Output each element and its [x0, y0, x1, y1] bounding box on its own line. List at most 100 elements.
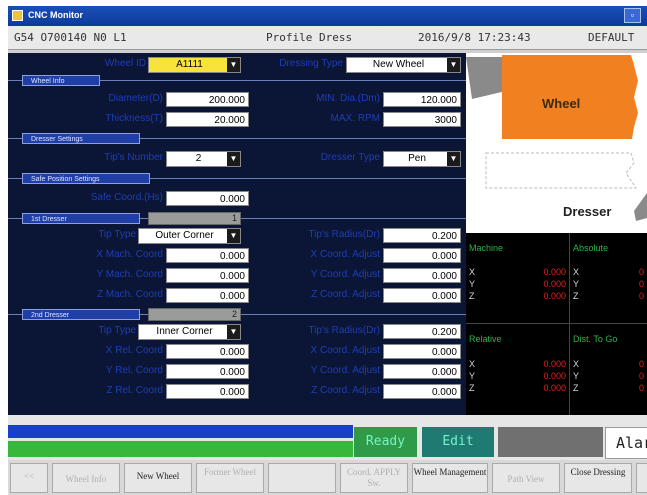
z-coord-adjust-field[interactable]: 0.000	[383, 288, 461, 303]
y-rel-coord-field[interactable]: 0.000	[166, 364, 249, 379]
absolute-z: 0	[638, 291, 644, 301]
edit-mode: Edit	[422, 427, 494, 457]
machine-z: 0.000	[543, 291, 566, 301]
relative-title: Relative	[469, 334, 502, 344]
softkey-next[interactable]	[636, 463, 647, 493]
alarm-indicator[interactable]: Alarm	[605, 427, 647, 459]
x-coord-adjust-field[interactable]: 0.000	[383, 248, 461, 263]
relative-y: 0.000	[543, 371, 566, 381]
chevron-down-icon: ▼	[447, 58, 460, 72]
x-rel-coord-field[interactable]: 0.000	[166, 344, 249, 359]
tip-type-select[interactable]: Outer Corner ▼	[138, 228, 241, 244]
y-coord-adjust-field[interactable]: 0.000	[383, 364, 461, 379]
second-dresser-progress: 2	[148, 308, 241, 321]
section-wheel-info: Wheel Info	[22, 75, 100, 86]
second-dresser-progress-text: 2	[231, 309, 237, 319]
softkey-blank[interactable]	[268, 463, 336, 493]
chevron-down-icon: ▼	[227, 58, 240, 72]
tip-radius-field[interactable]: 0.200	[383, 324, 461, 339]
z-mach-coord-field[interactable]: 0.000	[166, 288, 249, 303]
x-mach-coord-field[interactable]: 0.000	[166, 248, 249, 263]
y-coord-adjust-label: Y Coord. Adjust	[310, 365, 380, 376]
absolute-y: 0	[638, 279, 644, 289]
tip-type-label: Tip Type	[98, 229, 136, 240]
absolute-title: Absolute	[573, 243, 609, 253]
axis-x-label: X	[469, 359, 476, 369]
wheel-outline-dashed	[485, 152, 637, 189]
wheel-id-select[interactable]: A1111 ▼	[148, 57, 241, 73]
axis-x-label: X	[573, 359, 580, 369]
dresser-type-value: Pen	[408, 153, 426, 164]
machine-x: 0.000	[543, 267, 566, 277]
wheel-dresser-illustration	[466, 55, 647, 221]
softkey-path-view[interactable]: Path View	[492, 463, 560, 493]
safe-coord-label: Safe Coord.(Hs)	[90, 192, 163, 203]
thickness-field[interactable]: 20.000	[166, 112, 249, 127]
dressing-settings-panel: Wheel ID A1111 ▼ Dressing Type New Wheel…	[8, 53, 466, 415]
dressing-type-label: Dressing Type	[279, 58, 343, 69]
chevron-down-icon: ▼	[227, 325, 240, 339]
x-rel-coord-label: X Rel. Coord	[105, 345, 163, 356]
tips-number-label: Tip's Number	[104, 152, 163, 163]
axis-z-label: Z	[469, 383, 475, 393]
wheel-id-label: Wheel ID	[104, 58, 146, 69]
machine-title: Machine	[469, 243, 504, 253]
spindle-shape	[466, 57, 506, 99]
dresser-type-select[interactable]: Pen ▼	[383, 151, 461, 167]
tips-number-value: 2	[195, 153, 202, 164]
coordinate-display: Machine X Y Z 0.000 0.000 0.000 Absolute…	[466, 233, 647, 415]
dresser-type-label: Dresser Type	[320, 152, 380, 163]
tip-radius-field[interactable]: 0.200	[383, 228, 461, 243]
absolute-x: 0	[638, 267, 644, 277]
softkey-new-wheel[interactable]: New Wheel	[124, 463, 192, 493]
profile-name: DEFAULT	[588, 31, 635, 44]
z-coord-adjust-label: Z Coord. Adjust	[311, 385, 380, 396]
y-coord-adjust-field[interactable]: 0.000	[383, 268, 461, 283]
window-title: CNC Monitor	[28, 10, 83, 20]
app-icon	[12, 10, 23, 21]
axis-x-label: X	[573, 267, 580, 277]
softkey-wheel-info[interactable]: Wheel Info	[52, 463, 120, 493]
y-rel-coord-label: Y Rel. Coord	[105, 365, 163, 376]
dist-to-go-title: Dist. To Go	[573, 334, 618, 344]
x-coord-adjust-field[interactable]: 0.000	[383, 344, 461, 359]
thickness-label: Thickness(T)	[105, 113, 163, 124]
softkey-bar: << Wheel Info New Wheel Former Wheel Coo…	[8, 460, 647, 495]
program-status: G54 O700140 N0 L1	[14, 31, 127, 44]
diameter-label: Diameter(D)	[108, 93, 163, 104]
axis-z-label: Z	[573, 291, 579, 301]
x-coord-adjust-label: X Coord. Adjust	[310, 249, 380, 260]
softkey-former-wheel[interactable]: Former Wheel	[196, 463, 264, 493]
wheel-label: Wheel	[542, 96, 581, 111]
y-mach-coord-field[interactable]: 0.000	[166, 268, 249, 283]
z-coord-adjust-field[interactable]: 0.000	[383, 384, 461, 399]
min-dia-field[interactable]: 120.000	[383, 92, 461, 107]
diameter-field[interactable]: 200.000	[166, 92, 249, 107]
mode-blank	[498, 427, 603, 457]
tip-radius-label: Tip's Radius(Dr)	[308, 325, 380, 336]
max-rpm-field[interactable]: 3000	[383, 112, 461, 127]
axis-y-label: Y	[573, 279, 580, 289]
softkey-wheel-management[interactable]: Wheel Management	[412, 463, 488, 493]
softkey-back[interactable]: <<	[10, 463, 48, 493]
z-rel-coord-label: Z Rel. Coord	[106, 385, 163, 396]
dressing-type-select[interactable]: New Wheel ▼	[346, 57, 461, 73]
section-dresser-settings: Dresser Settings	[22, 133, 140, 144]
divider	[466, 323, 647, 324]
window-control-button[interactable]: ▫	[624, 8, 641, 23]
dist-to-go-y: 0	[638, 371, 644, 381]
tips-number-select[interactable]: 2 ▼	[166, 151, 241, 167]
tip-type-value: Inner Corner	[156, 326, 213, 337]
safe-coord-field[interactable]: 0.000	[166, 191, 249, 206]
relative-x: 0.000	[543, 359, 566, 369]
softkey-coord-apply[interactable]: Coord. APPLY Sw.	[340, 463, 408, 493]
z-rel-coord-field[interactable]: 0.000	[166, 384, 249, 399]
section-first-dresser: 1st Dresser	[22, 213, 140, 224]
softkey-close-dressing[interactable]: Close Dressing	[564, 463, 632, 493]
tip-radius-label: Tip's Radius(Dr)	[308, 229, 380, 240]
screen-name: Profile Dress	[266, 31, 353, 44]
machine-y: 0.000	[543, 279, 566, 289]
y-coord-adjust-label: Y Coord. Adjust	[310, 269, 380, 280]
axis-y-label: Y	[573, 371, 580, 381]
tip-type-select[interactable]: Inner Corner ▼	[138, 324, 241, 340]
